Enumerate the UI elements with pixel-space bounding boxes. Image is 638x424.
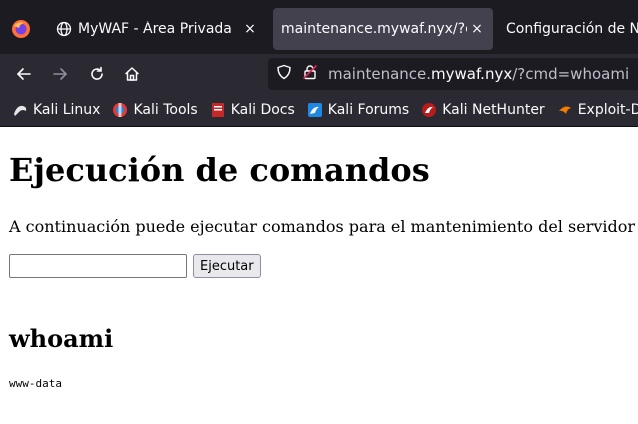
home-icon[interactable]	[118, 60, 146, 88]
bookmark-label: Exploit-DB	[577, 102, 638, 118]
insecure-lock-icon[interactable]	[302, 64, 318, 84]
bookmark-label: Kali Docs	[230, 102, 295, 118]
browser-chrome: MyWAF - Área Privada × maintenance.mywaf…	[0, 0, 638, 127]
bookmark-label: Kali Tools	[133, 102, 198, 118]
kali-nethunter-icon	[421, 102, 437, 118]
tab-configuracion[interactable]: Configuración de N	[496, 8, 638, 50]
url-host: mywaf.nyx	[431, 65, 513, 83]
kali-docs-icon	[210, 102, 226, 118]
bookmark-kali-docs[interactable]: Kali Docs	[210, 102, 295, 118]
command-input[interactable]	[9, 254, 187, 278]
result-heading: whoami	[9, 324, 114, 353]
page-content: Ejecución de comandos A continuación pue…	[0, 127, 638, 424]
tab-mywaf[interactable]: MyWAF - Área Privada ×	[46, 8, 266, 50]
forward-arrow-icon[interactable]	[46, 60, 74, 88]
back-arrow-icon[interactable]	[10, 60, 38, 88]
bookmark-kali-forums[interactable]: Kali Forums	[307, 102, 409, 118]
tab-maintenance[interactable]: maintenance.mywaf.nyx/?cmd=whoami ×	[273, 8, 493, 50]
bookmark-label: Kali NetHunter	[442, 102, 545, 118]
kali-tools-icon	[112, 102, 128, 118]
bookmarks-toolbar: Kali Linux Kali Tools Kali Docs Kali For…	[0, 94, 638, 127]
kali-forums-icon	[307, 102, 323, 118]
url-path: /?cmd=whoami	[512, 65, 630, 83]
bookmark-kali-tools[interactable]: Kali Tools	[112, 102, 198, 118]
url-bar[interactable]: maintenance.mywaf.nyx/?cmd=whoami	[268, 58, 638, 90]
tab-title: Configuración de N	[506, 21, 638, 37]
tab-bar: MyWAF - Área Privada × maintenance.mywaf…	[0, 4, 638, 54]
tab-title: maintenance.mywaf.nyx/?cmd=whoami	[281, 21, 467, 37]
page-title: Ejecución de comandos	[9, 151, 430, 189]
url-text: maintenance.mywaf.nyx/?cmd=whoami	[328, 65, 629, 83]
command-output: www-data	[9, 377, 62, 390]
shield-icon[interactable]	[276, 64, 292, 84]
reload-icon[interactable]	[83, 60, 111, 88]
bookmark-exploit-db[interactable]: Exploit-DB	[557, 102, 638, 118]
globe-icon	[56, 21, 72, 37]
firefox-menu-icon[interactable]	[6, 14, 36, 44]
bookmark-label: Kali Linux	[33, 102, 101, 118]
kali-dragon-icon	[12, 102, 28, 118]
url-prefix: maintenance.	[328, 65, 432, 83]
navigation-toolbar: maintenance.mywaf.nyx/?cmd=whoami	[0, 54, 638, 94]
close-tab-icon[interactable]: ×	[467, 21, 487, 37]
bookmark-kali-nethunter[interactable]: Kali NetHunter	[421, 102, 545, 118]
exploit-db-icon	[557, 102, 573, 118]
page-description: A continuación puede ejecutar comandos p…	[9, 217, 635, 236]
tab-title: MyWAF - Área Privada	[78, 21, 232, 37]
bookmark-label: Kali Forums	[327, 102, 410, 118]
bookmark-kali-linux[interactable]: Kali Linux	[12, 102, 100, 118]
execute-button[interactable]: Ejecutar	[193, 254, 261, 278]
close-tab-icon[interactable]: ×	[240, 21, 260, 37]
